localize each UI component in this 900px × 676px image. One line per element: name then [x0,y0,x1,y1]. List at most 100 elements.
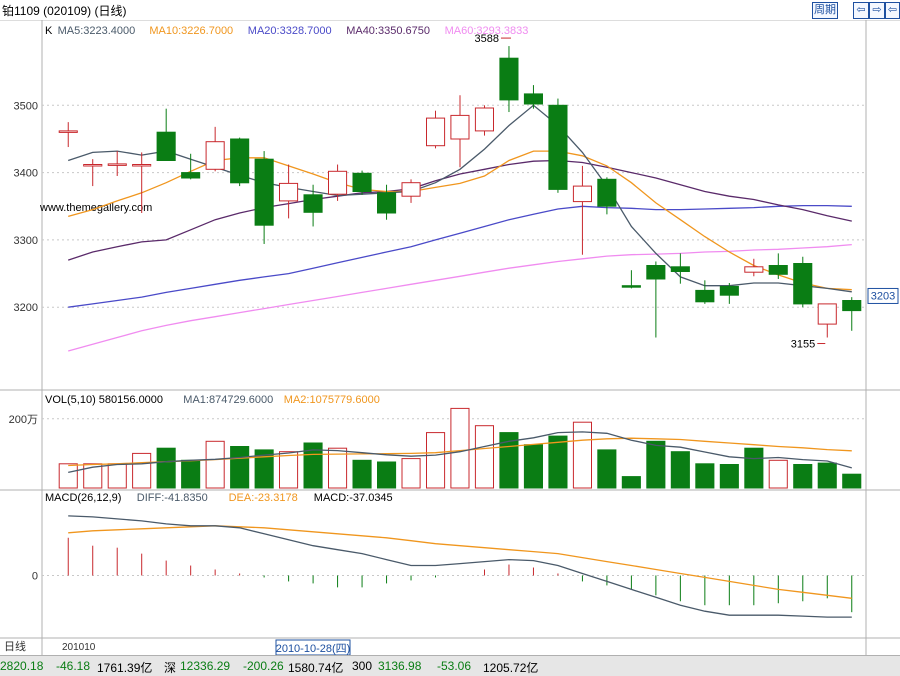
volume-bar [426,432,446,489]
ticker-item: -53.06 [437,659,472,673]
y-tick-label: 3500 [14,100,38,112]
volume-bar [279,451,299,489]
y-tick-label: 3200 [14,302,38,314]
legend-item: DEA:-23.3178 [229,492,298,504]
week-button[interactable]: 周期 [812,2,838,19]
candle-body [426,117,446,147]
candle-body [401,182,421,197]
candle-body [156,131,176,161]
legend-item: MA10:3226.7000 [149,25,233,37]
volume-bar [450,407,470,489]
candle [474,105,494,136]
legend-item: MA5:3223.4000 [58,25,136,37]
y-tick-label: 3400 [14,168,38,180]
volume-bar [58,463,78,489]
ticker-item: 深 [164,661,177,675]
candle-body [768,265,788,275]
dea-line [68,525,852,599]
volume-bar [621,476,641,489]
volume-bar [719,464,739,489]
candle-body [817,303,837,325]
ma60-line [68,243,852,352]
ticker-item: 300 [352,659,373,673]
volume-bar [377,461,397,489]
nav-right-button[interactable]: ⇨ [869,2,885,19]
y-tick-label: 0 [32,570,38,582]
legend-item: MA60:3293.3833 [445,25,529,37]
candle-body [132,164,152,167]
candle-body [670,266,690,273]
legend-item: MACD(26,12,9) [45,492,121,504]
ticker-item: 1205.72亿 [483,661,539,675]
candle-body [842,300,862,312]
ticker-item: 12336.29 [180,659,231,673]
ticker-item: 1761.39亿 [97,661,153,675]
legend-item: VOL(5,10) 580156.0000 [45,394,163,406]
candle-body [328,170,348,195]
volume-bar [401,458,421,489]
bottom-ticker: 2820.18 -46.18 1761.39亿 深 12336.29 -200.… [0,655,900,676]
candle-body [450,114,470,140]
volume-bar [744,447,764,489]
chart-area[interactable]: 3200330034003500www.themegallery.com3588… [0,20,900,655]
nav-full-button[interactable]: ⇦ [885,2,900,19]
candle-body [695,289,715,303]
candle-body [572,185,593,203]
ticker-item: 2820.18 [0,659,44,673]
candle-body [230,138,250,184]
candle [450,95,470,168]
ticker-item: -200.26 [243,659,284,673]
chart-title: 铂1109 (020109) (日线) [2,4,127,18]
x-axis-title: 日线 [4,639,26,653]
legend-item: MACD:-37.0345 [314,492,393,504]
volume-bar [817,462,837,489]
y-tick-label: 3300 [14,235,38,247]
legend-item: K [45,25,53,37]
annotation-label: 3155 [791,339,815,351]
candle-body [279,182,299,202]
candle [156,108,176,161]
volume-bar [793,464,813,489]
candle-body [377,192,397,214]
candle-body [83,164,103,167]
last-price-label: 3203 [871,290,895,302]
volume-bar [156,447,176,489]
candle-body [107,163,127,166]
legend-item: DIFF:-41.8350 [137,492,208,504]
cursor-date-label: 2010-10-28(四) [276,643,351,655]
volume-bar [181,459,201,489]
candle-body [646,265,666,280]
candle-body [621,285,641,288]
title-bar: 铂1109 (020109) (日线) 周期 ⇦ ⇨ ⇦ [0,0,900,21]
volume-bar [205,440,225,489]
candle-body [523,93,544,105]
legend-item: MA20:3328.7000 [248,25,332,37]
candle [401,179,421,203]
candle-body [744,266,764,273]
candle-body [793,263,813,305]
candle [817,303,837,338]
candle [230,137,250,187]
y-tick-label: 200万 [9,414,38,426]
candle-body [548,104,568,190]
candle-body [303,194,323,213]
nav-left-button[interactable]: ⇦ [853,2,869,19]
candle [793,256,813,308]
x-axis-label: 201010 [62,642,96,653]
diff-line [68,515,852,618]
candle-body [205,141,225,170]
legend-item: MA2:1075779.6000 [284,394,380,406]
candle [58,122,78,148]
candle [254,151,274,244]
candle [768,253,788,279]
volume-bar [646,440,666,489]
volume-bar [768,459,788,489]
legend-item: MA1:874729.6000 [183,394,273,406]
volume-bar [523,444,544,489]
candle-body [352,172,372,193]
volume-bar [352,459,372,489]
ma10-line [68,150,852,291]
candle [646,261,666,338]
candle-body [719,285,739,296]
candle [377,184,397,220]
